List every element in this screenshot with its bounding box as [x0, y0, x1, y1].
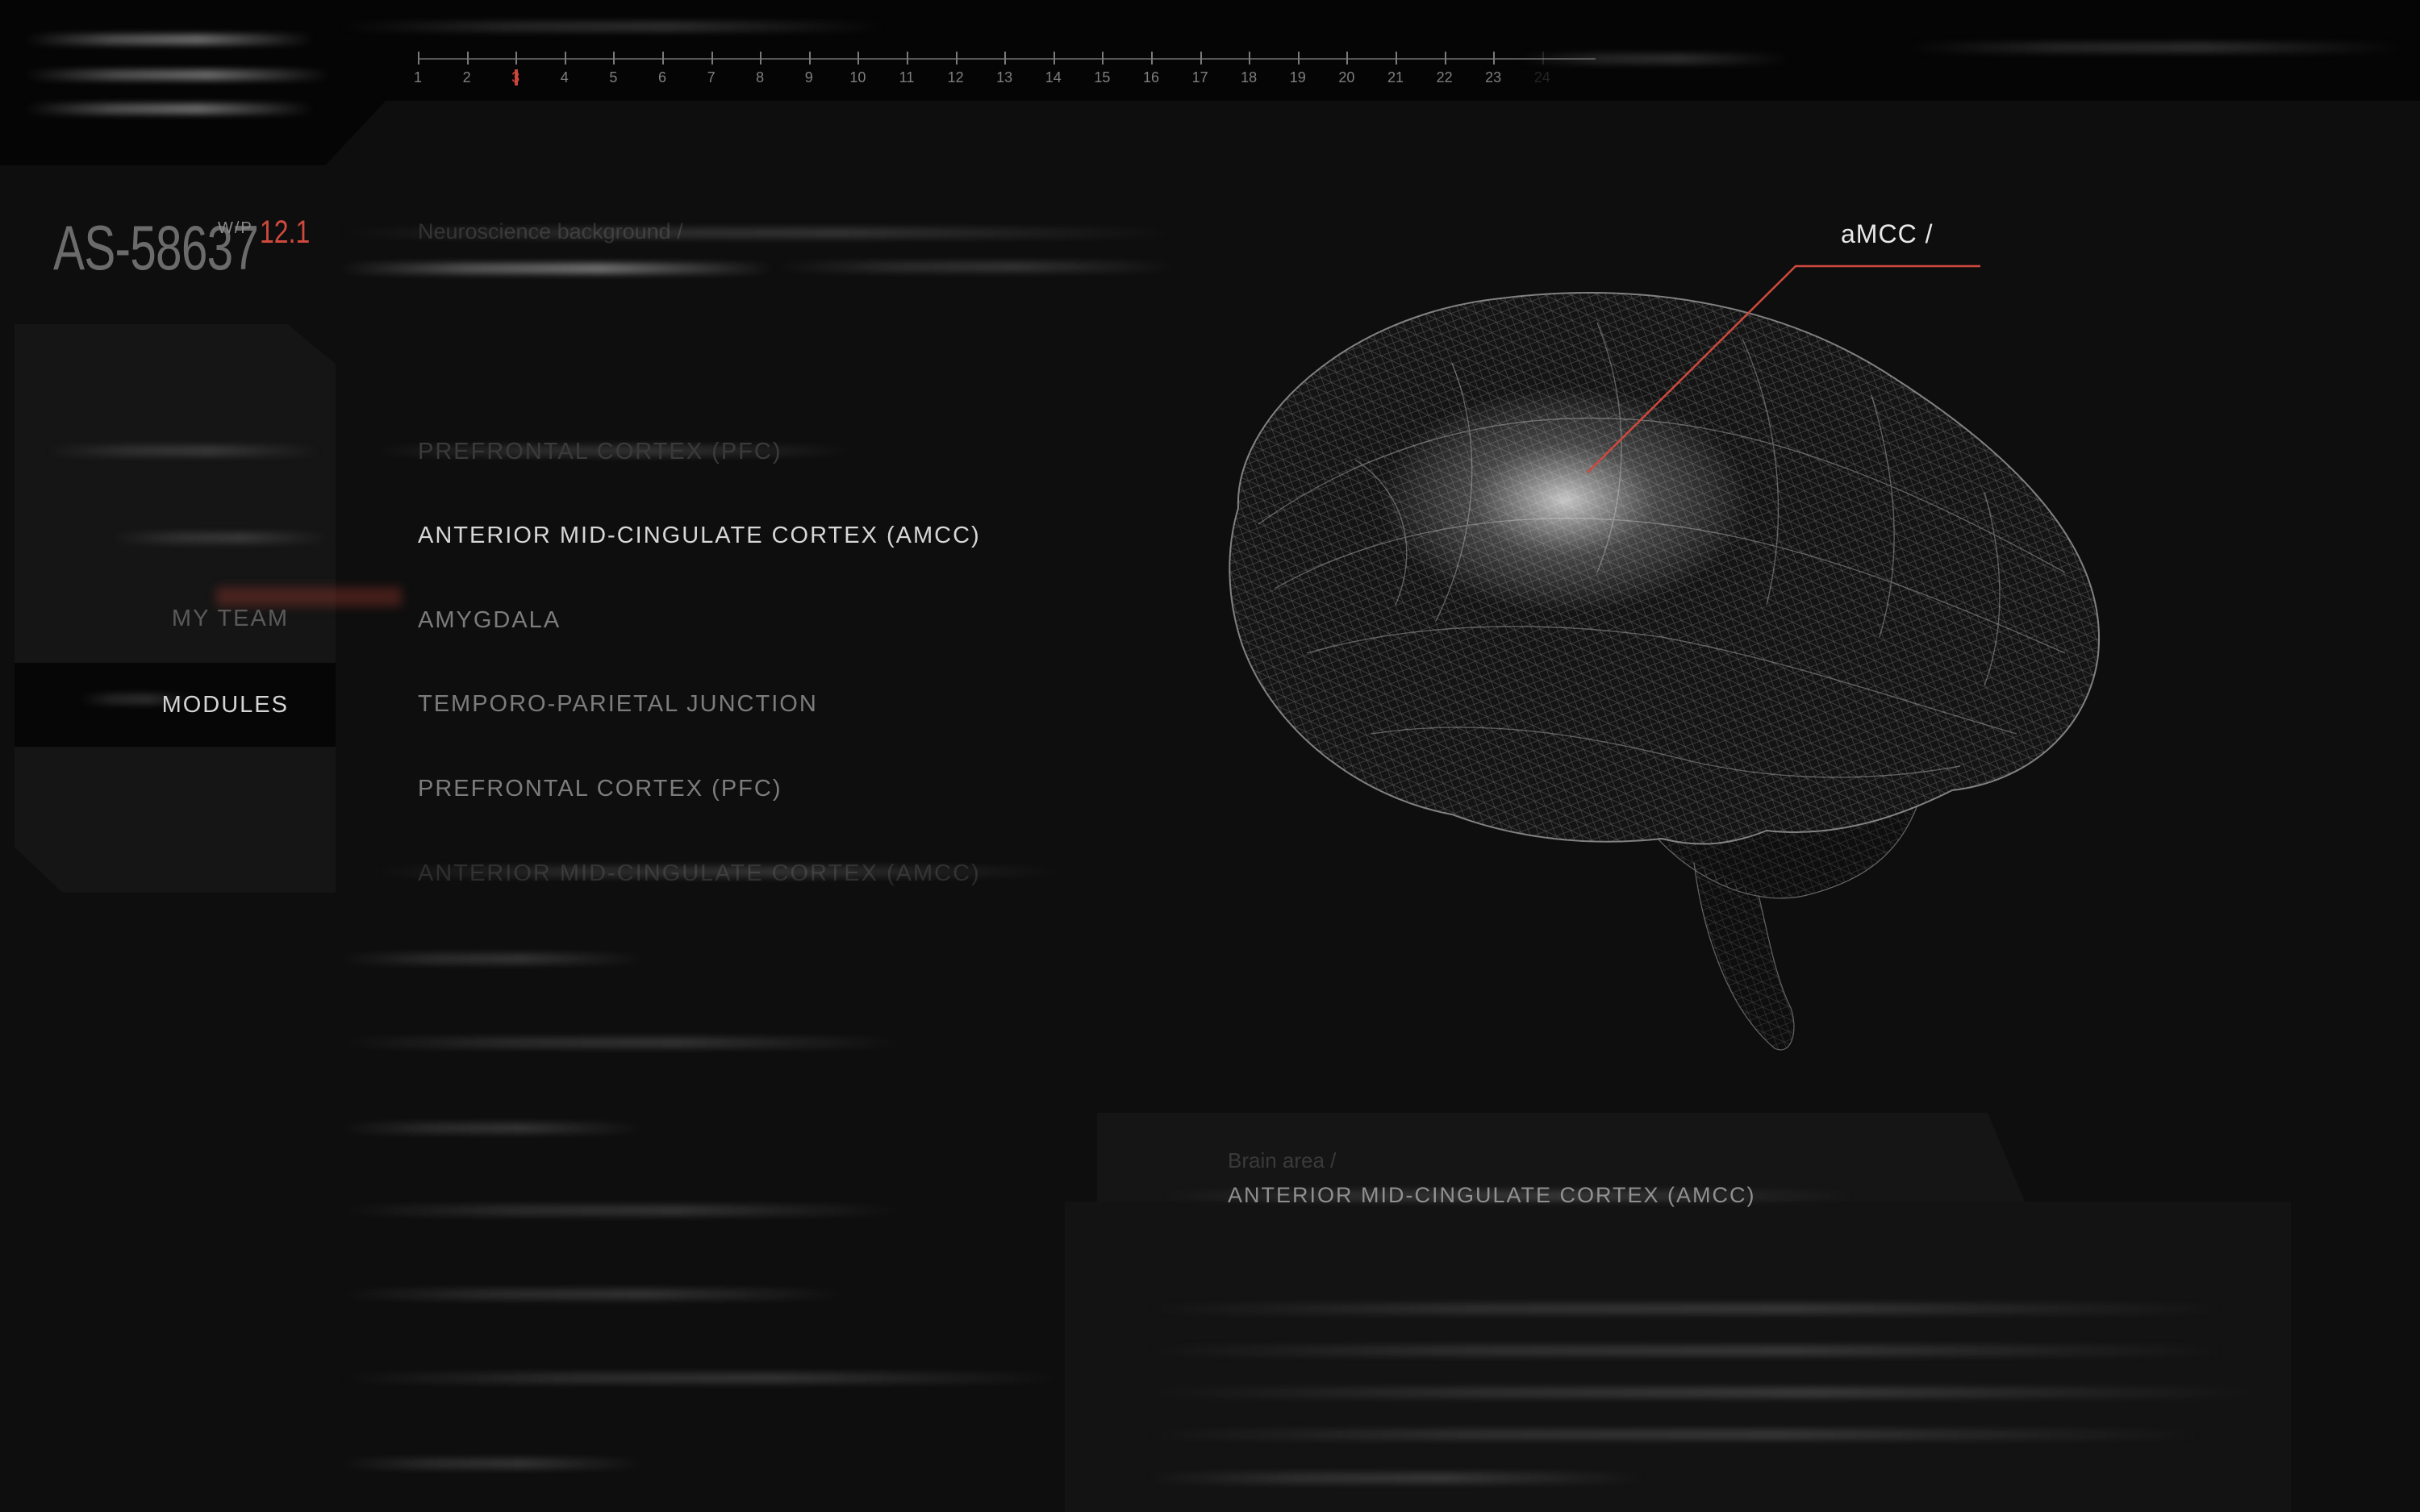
- app-root: 1 2 3 4 5 6 7 8 9 10 11 12 13 14 15 16 17 18 19 20 21 22 23 24 …: [0, 0, 2420, 1512]
- detail-panel: [1065, 1202, 2291, 1512]
- detail-caption: Brain area /: [1228, 1148, 1337, 1173]
- callout-label: aMCC /: [1841, 219, 1934, 248]
